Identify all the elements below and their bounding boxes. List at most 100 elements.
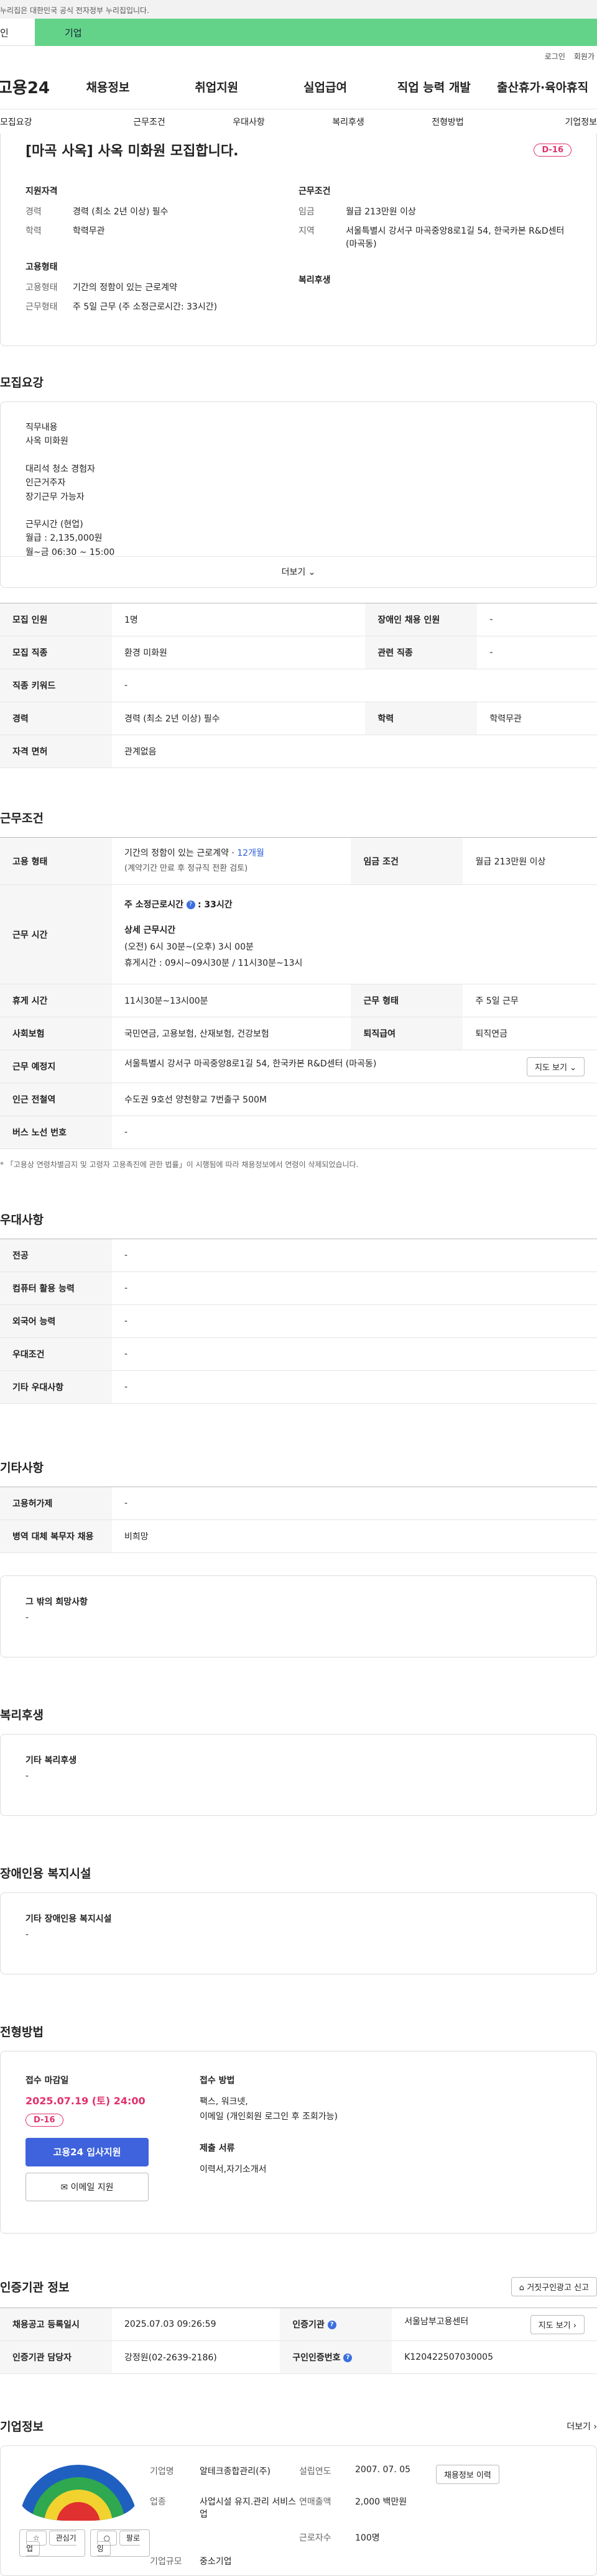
company-year-key: 설립연도 (299, 2467, 331, 2477)
nav-item-employment-support[interactable]: 취업지원 (162, 78, 271, 95)
main-nav: 고용24 채용정보 취업지원 실업급여 직업 능력 개발 출산휴가·육아휴직 (0, 65, 597, 109)
worktype-value: 주 5일 근무 (주 소정근로시간: 33시간) (73, 302, 218, 312)
table-row: 자격 면허 관계없음 (0, 735, 597, 768)
etc-box: 그 밖의 희망사항 - (0, 1575, 597, 1657)
cell-value: 강정원(02-2639-2186) (112, 2340, 280, 2374)
cell-key: 학력 (365, 702, 478, 735)
subnav-work[interactable]: 근무조건 (100, 116, 199, 128)
company-year-value: 2007. 07. 05 (355, 2465, 411, 2475)
etc-table: 고용허가제 - 병역 대체 복무자 채용 비희망 (0, 1487, 597, 1553)
subnav-recruit[interactable]: 모집요강 (0, 116, 100, 128)
company-name-value: 알테크종합관리(주) (200, 2467, 271, 2477)
help-icon[interactable]: ? (186, 901, 195, 910)
site-logo[interactable]: 고용24 (0, 75, 53, 98)
cell-value: 학력무관 (477, 702, 597, 735)
welfare-box-title: 기타 복리후생 (25, 1756, 77, 1766)
disability-box-title: 기타 장애인용 복지시설 (25, 1914, 112, 1924)
subnav-welfare[interactable]: 복리후생 (298, 116, 398, 128)
welfare-section-title: 복리후생 (0, 1708, 44, 1722)
etc-title: 기타사항 (0, 1461, 44, 1475)
emptype-value: 기간의 정함이 있는 근로계약 (73, 283, 177, 293)
detail-hours-line: 휴게시간 : 09시~09시30분 / 11시30분~13시 (124, 958, 303, 969)
process-title: 전형방법 (0, 2025, 44, 2039)
job-history-button[interactable]: 채용정보 이력 (436, 2465, 499, 2484)
cell-value: - (112, 1337, 597, 1371)
table-row: 근무 예정지 서울특별시 강서구 마곡중앙8로1길 54, 한국카본 R&D센터 … (0, 1050, 597, 1083)
nav-item-unemployment-benefit[interactable]: 실업급여 (271, 78, 380, 95)
map-label: 지도 보기 (534, 1063, 567, 1073)
report-icon: ⌂ (519, 2283, 525, 2293)
tab-personal[interactable]: 인 (0, 19, 35, 46)
detail-line: 장기근무 가능자 (25, 492, 85, 502)
table-row: 근무 시간 주 소정근로시간 ? : 33시간 상세 근무시간 (오전) 6시 … (0, 884, 597, 984)
emp-text: 기간의 정함이 있는 근로계약 · (124, 848, 238, 858)
map-label: 지도 보기 (538, 2321, 571, 2331)
cell-key: 근무 예정지 (0, 1050, 112, 1083)
nav-item-jobs[interactable]: 채용정보 (53, 78, 162, 95)
cell-key: 병역 대체 복무자 채용 (0, 1519, 112, 1553)
nav-item-parental-leave[interactable]: 출산휴가·육아휴직 (488, 78, 597, 95)
cell-key: 사회보험 (0, 1017, 112, 1050)
tab-company[interactable]: 기업 (35, 19, 597, 46)
table-row: 병역 대체 복무자 채용 비희망 (0, 1519, 597, 1553)
more-label: 더보기 (281, 567, 306, 577)
cell-key: 고용 형태 (0, 837, 112, 885)
org-value: 서울남부고용센터 (404, 2316, 469, 2327)
cell-value: 기간의 정함이 있는 근로계약 · 12개월 (계약기간 만료 후 정규직 전환 … (112, 837, 351, 885)
subnav-company[interactable]: 기업정보 (497, 116, 597, 128)
welfare-section: 복리후생 기타 복리후생 - (0, 1657, 597, 1816)
cell-value: K120422507030005 (392, 2340, 597, 2374)
company-more-link[interactable]: 더보기 › (567, 2420, 597, 2432)
company-biz-value: 사업시설 유지.관리 서비스업 (200, 2497, 297, 2519)
method-title: 접수 방법 (200, 2076, 235, 2086)
career-value: 경력 (최소 2년 이상) 필수 (73, 207, 169, 217)
interest-button[interactable]: ☆ 관심기업 (19, 2529, 85, 2557)
detail-line: 인근거주자 (25, 478, 66, 488)
summary-card: [마곡 사옥] 사옥 미화원 모집합니다. D-16 지원자격 경력 경력 (최소… (0, 134, 597, 346)
help-icon[interactable]: ? (343, 2354, 353, 2362)
pref-section: 우대사항 전공 - 컴퓨터 활용 능력 - 외국어 능력 - 우대조건 - 기타 우대사… (0, 1170, 597, 1404)
region-value: 서울특별시 강서구 마곡중앙8로1길 54, 한국카본 R&D센터 (마곡동) (346, 226, 565, 249)
cell-key: 모집 직종 (0, 636, 112, 669)
pref-table: 전공 - 컴퓨터 활용 능력 - 외국어 능력 - 우대조건 - 기타 우대사항 - (0, 1239, 597, 1404)
subnav-process[interactable]: 전형방법 (398, 116, 497, 128)
cell-key: 장애인 채용 인원 (365, 603, 478, 636)
cell-key: 임금 조건 (351, 837, 463, 885)
nav-item-job-skills[interactable]: 직업 능력 개발 (379, 78, 488, 95)
age-note: * 「고용상 연령차별금지 및 고령자 고용촉진에 관한 법률」이 시행됨에 따… (0, 1160, 359, 1169)
company-size-key: 기업규모 (150, 2557, 182, 2567)
work-title: 근무조건 (0, 812, 44, 825)
follow-button[interactable]: ○ 팔로잉 (90, 2529, 150, 2557)
cell-key: 우대조건 (0, 1337, 112, 1371)
top-tabs: 인 기업 (0, 19, 597, 46)
worktype-label: 근무형태 (25, 302, 58, 312)
dday-badge: D-16 (534, 144, 572, 157)
map-button[interactable]: 지도 보기 › (530, 2314, 585, 2334)
login-link[interactable]: 로그인 (545, 51, 565, 65)
detail-hours-title: 상세 근무시간 (124, 925, 176, 935)
map-button[interactable]: 지도 보기 ⌄ (526, 1057, 585, 1076)
report-button[interactable]: ⌂ 거짓구인광고 신고 (511, 2277, 597, 2296)
subnav-pref[interactable]: 우대사항 (199, 116, 298, 128)
disability-box-value: - (25, 1930, 29, 1940)
apply-button[interactable]: 고용24 입사지원 (25, 2138, 149, 2166)
company-title: 기업정보 (0, 2420, 44, 2434)
cell-value: - (477, 603, 597, 636)
company-section: 기업정보 더보기 › ☆ 관심기업 ○ 팔로잉 기업명 알테크종합관리(주) 설… (0, 2374, 597, 2576)
gov-notice-bar: 누리집은 대한민국 공식 전자정부 누리집입니다. (0, 0, 597, 19)
cell-value: 11시30분~13시00분 (112, 984, 351, 1017)
table-row: 직종 키워드 - (0, 669, 597, 702)
signup-link[interactable]: 회원가 (574, 51, 595, 65)
cell-key: 인증기관 ? (280, 2308, 392, 2341)
recruit-detail-box: 직무내용 사옥 미화원 대리석 청소 경험자 인근거주자 장기근무 가능자 근무… (0, 401, 597, 588)
cell-key: 버스 노선 번호 (0, 1116, 112, 1149)
cell-key: 관련 직종 (365, 636, 478, 669)
cell-key: 외국어 능력 (0, 1304, 112, 1338)
util-bar: 로그인 회원가 (0, 46, 597, 65)
help-icon[interactable]: ? (327, 2321, 336, 2329)
table-row: 모집 인원 1명 장애인 채용 인원 - (0, 603, 597, 636)
email-apply-button[interactable]: ✉ 이메일 지원 (25, 2173, 149, 2201)
more-button[interactable]: 더보기 ⌄ (1, 556, 596, 587)
work-table: 고용 형태 기간의 정함이 있는 근로계약 · 12개월 (계약기간 만료 후 정… (0, 837, 597, 1149)
table-row: 모집 직종 환경 미화원 관련 직종 - (0, 636, 597, 669)
